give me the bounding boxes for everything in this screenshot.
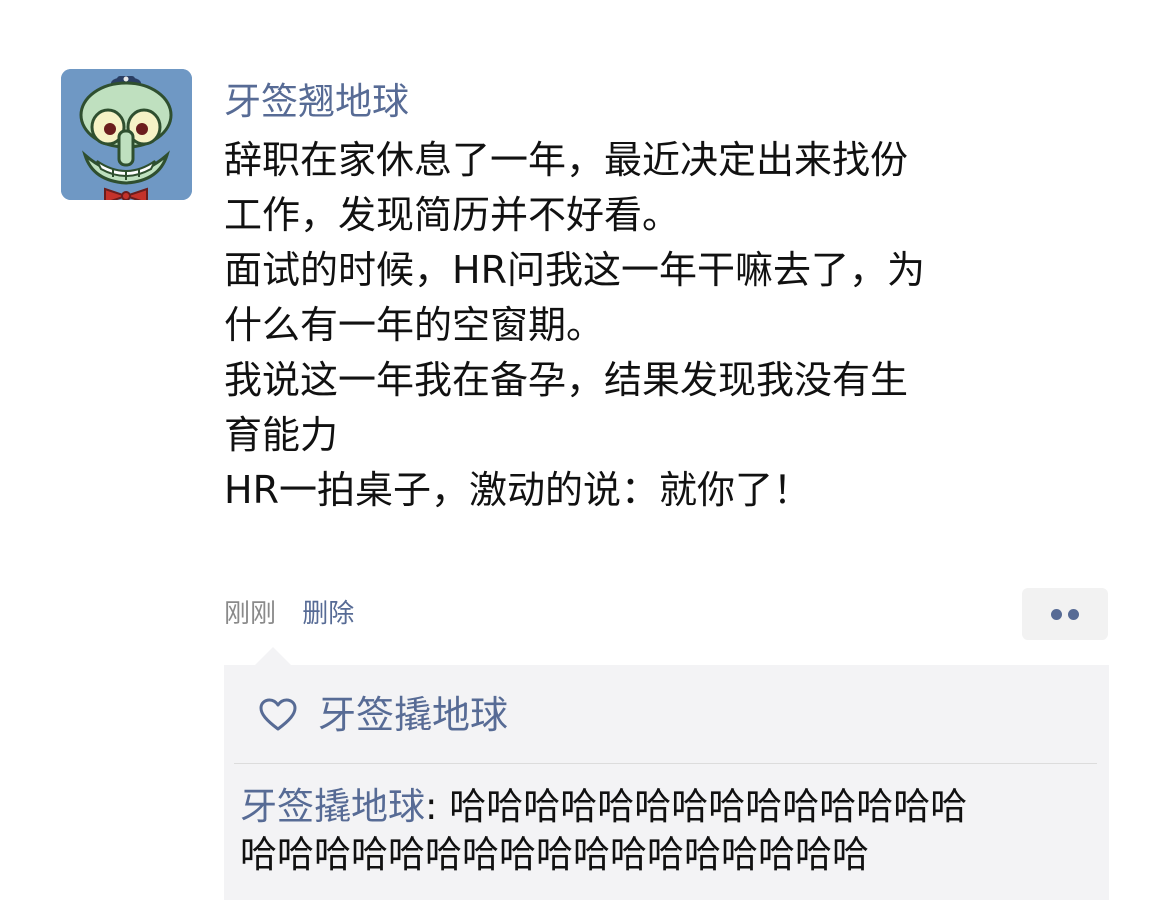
squidward-avatar-icon (61, 69, 192, 200)
post-line: 工作，发现简历并不好看。 (224, 193, 681, 237)
post-author-name[interactable]: 牙签翘地球 (224, 76, 409, 128)
comment-text: 哈哈哈哈哈哈哈哈哈哈哈哈哈哈 (449, 785, 968, 828)
liker-name[interactable]: 牙签撬地球 (318, 689, 508, 741)
comment-text: 哈哈哈哈哈哈哈哈哈哈哈哈哈哈哈哈哈 (240, 833, 869, 876)
post-line: 辞职在家休息了一年，最近决定出来找份 (224, 138, 909, 182)
post-timestamp: 刚刚 (224, 599, 277, 629)
post-line: 育能力 (224, 413, 339, 457)
post-line: 我说这一年我在备孕，结果发现我没有生 (224, 358, 909, 402)
comment-item: 牙签撬地球: 哈哈哈哈哈哈哈哈哈哈哈哈哈哈 哈哈哈哈哈哈哈哈哈哈哈哈哈哈哈哈哈 (240, 783, 1100, 879)
post-body: 辞职在家休息了一年，最近决定出来找份 工作，发现简历并不好看。 面试的时候，HR… (224, 133, 925, 518)
divider (234, 763, 1097, 764)
comment-line: 哈哈哈哈哈哈哈哈哈哈哈哈哈哈哈哈哈 (240, 831, 1100, 879)
post-meta: 刚刚 删除 (224, 594, 354, 634)
post-line: 面试的时候，HR问我这一年干嘛去了，为 (224, 248, 925, 292)
more-dots-icon (1051, 609, 1062, 620)
comment-box-pointer (255, 647, 291, 665)
more-dots-icon (1068, 609, 1079, 620)
post-line: HR一拍桌子，激动的说：就你了！ (224, 468, 811, 512)
avatar[interactable] (61, 69, 192, 200)
delete-link[interactable]: 删除 (302, 599, 354, 629)
post-line: 什么有一年的空窗期。 (224, 303, 605, 347)
comment-line: 牙签撬地球: 哈哈哈哈哈哈哈哈哈哈哈哈哈哈 (240, 783, 1100, 831)
commenter-name[interactable]: 牙签撬地球 (240, 785, 425, 828)
comment-separator: : (425, 785, 450, 828)
more-button[interactable] (1022, 588, 1108, 640)
heart-icon (259, 698, 297, 731)
interaction-panel: 牙签撬地球 牙签撬地球: 哈哈哈哈哈哈哈哈哈哈哈哈哈哈 哈哈哈哈哈哈哈哈哈哈哈哈… (224, 665, 1109, 900)
